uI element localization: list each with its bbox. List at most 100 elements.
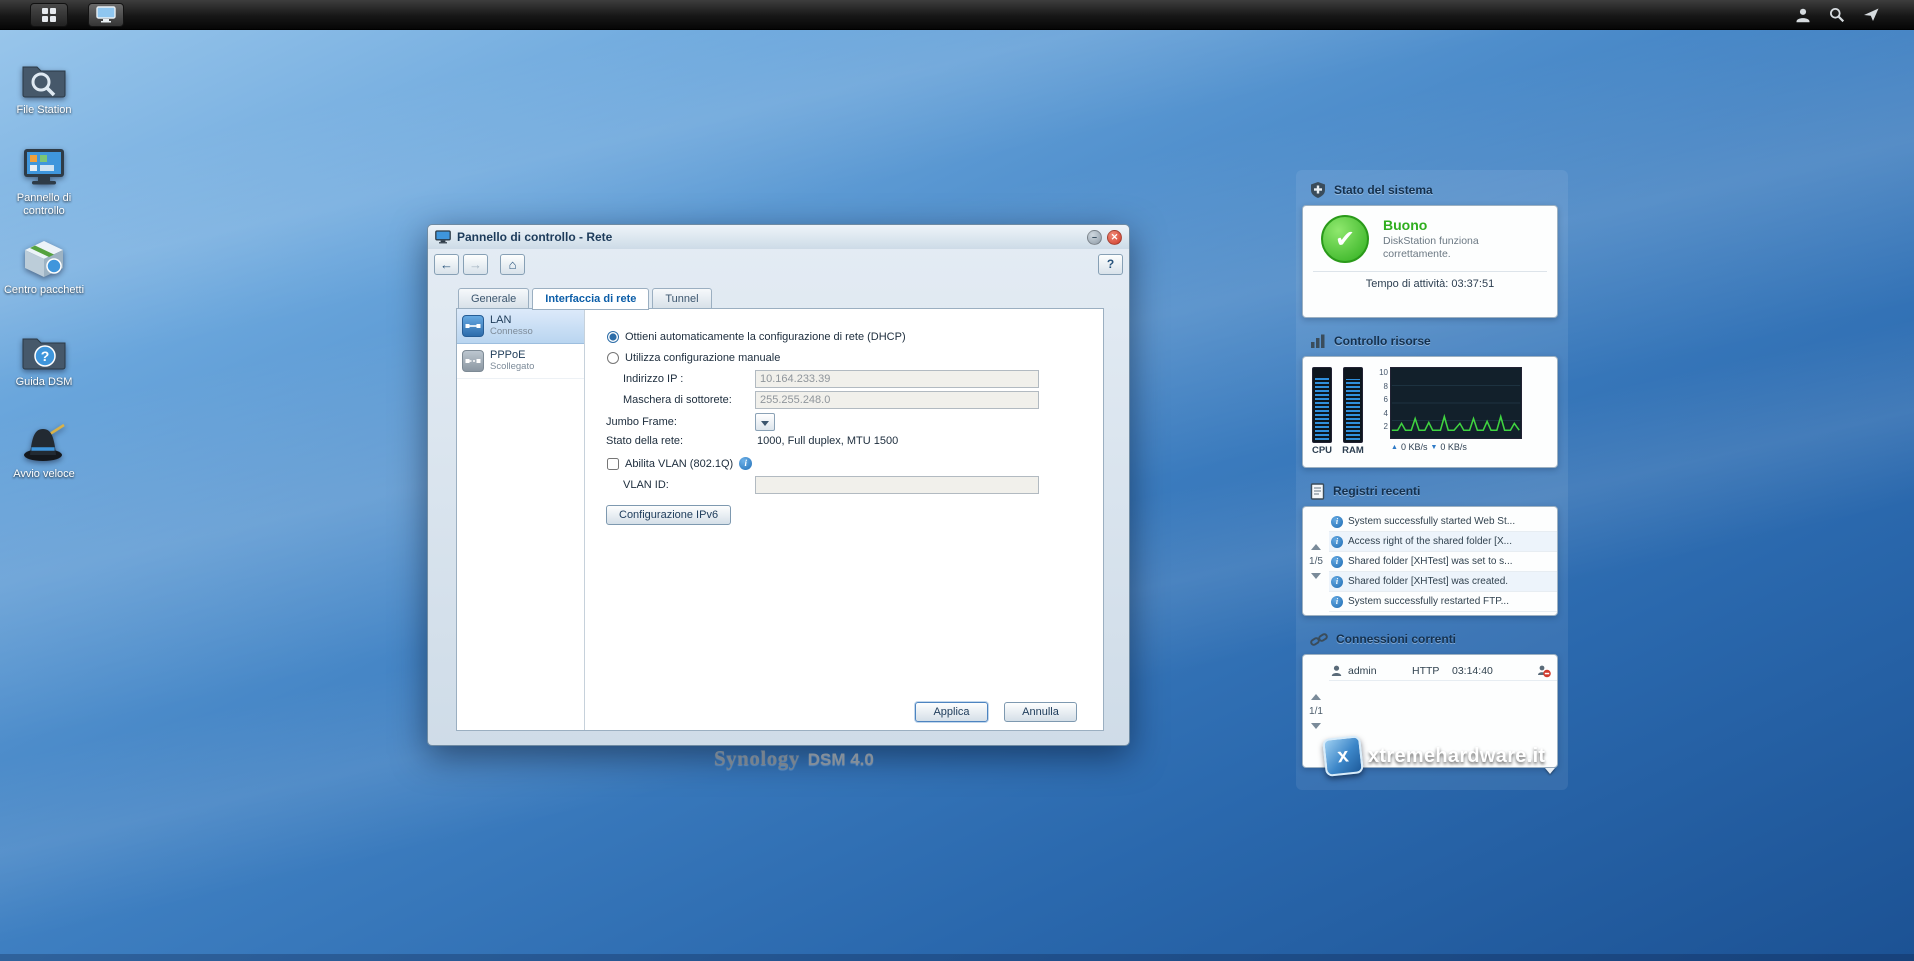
interface-status: Connesso	[490, 327, 533, 337]
dsm-version-text: DSM 4.0	[808, 750, 874, 770]
desktop-icon-label: Avvio veloce	[13, 468, 75, 481]
system-status-header[interactable]: Stato del sistema	[1310, 178, 1558, 202]
resource-monitor-title: Controllo risorse	[1334, 334, 1431, 348]
xtremehardware-watermark: x xtremehardware.it	[1324, 737, 1545, 775]
log-text: Shared folder [XHTest] was set to s...	[1348, 556, 1513, 567]
log-text: Access right of the shared folder [X...	[1348, 536, 1512, 547]
desktop-icon-dsm-help[interactable]: ? Guida DSM	[0, 330, 88, 389]
logs-page-indicator: 1/5	[1309, 556, 1323, 567]
status-word: Buono	[1383, 217, 1513, 233]
interface-item-lan[interactable]: LAN Connesso	[457, 309, 584, 344]
connections-page-down-button[interactable]	[1311, 723, 1321, 729]
network-status-value: 1000, Full duplex, MTU 1500	[757, 435, 898, 447]
recent-logs-header[interactable]: Registri recenti	[1310, 479, 1558, 503]
search-icon	[1828, 6, 1846, 24]
log-row[interactable]: i Shared folder [XHTest] was created.	[1329, 572, 1557, 592]
connection-protocol: HTTP	[1412, 665, 1446, 677]
desktop-icon-control-panel[interactable]: Pannello di controllo	[0, 146, 88, 217]
desktop-icon-quick-start[interactable]: Avvio veloce	[0, 422, 88, 481]
synology-watermark: Synology DSM 4.0	[714, 746, 874, 771]
download-arrow-icon: ▼	[1430, 444, 1437, 451]
current-connections-header[interactable]: Connessioni correnti	[1310, 627, 1558, 651]
control-panel-icon	[20, 146, 68, 188]
connection-time: 03:14:40	[1452, 665, 1493, 677]
user-icon	[1794, 6, 1812, 24]
log-row[interactable]: i Access right of the shared folder [X..…	[1329, 532, 1557, 552]
document-icon	[1310, 483, 1325, 500]
ipv6-config-button[interactable]: Configurazione IPv6	[606, 505, 731, 525]
desktop-icon-label: File Station	[16, 104, 71, 117]
disconnect-user-button[interactable]	[1537, 664, 1551, 678]
vlan-info-icon[interactable]: i	[739, 457, 752, 470]
divider	[1313, 271, 1547, 272]
minimize-button[interactable]: –	[1087, 230, 1102, 245]
jumbo-frame-select[interactable]	[755, 413, 775, 431]
cancel-button[interactable]: Annulla	[1004, 702, 1077, 722]
desktop-icon-label: Guida DSM	[16, 376, 73, 389]
bar-chart-icon	[1310, 333, 1326, 349]
tab-interfaccia-di-rete[interactable]: Interfaccia di rete	[532, 288, 649, 310]
main-menu-button[interactable]	[30, 3, 68, 27]
connection-row[interactable]: admin HTTP 03:14:40	[1329, 661, 1557, 681]
window-title-icon	[435, 230, 451, 244]
logs-page-up-button[interactable]	[1311, 544, 1321, 550]
file-station-icon	[20, 58, 68, 100]
window-titlebar[interactable]: Pannello di controllo - Rete – ✕	[428, 225, 1129, 249]
link-icon	[1310, 631, 1328, 647]
enable-vlan-checkbox[interactable]	[607, 458, 619, 470]
ip-address-input[interactable]	[755, 370, 1039, 388]
log-info-icon: i	[1331, 516, 1343, 528]
system-status-panel: ✔ Buono DiskStation funziona correttamen…	[1302, 205, 1558, 318]
log-row[interactable]: i System successfully restarted FTP...	[1329, 592, 1557, 612]
tab-generale[interactable]: Generale	[458, 288, 529, 309]
vlan-id-input[interactable]	[755, 476, 1039, 494]
tab-tunnel[interactable]: Tunnel	[652, 288, 711, 309]
paper-plane-icon	[1863, 6, 1880, 23]
dhcp-radio[interactable]	[607, 331, 619, 343]
recent-logs-panel: 1/5 i System successfully started Web St…	[1302, 506, 1558, 616]
synology-brand-text: Synology	[714, 746, 800, 771]
dsm-help-icon: ?	[20, 330, 68, 372]
screen-bottom-edge	[0, 954, 1914, 961]
logs-page-down-button[interactable]	[1311, 573, 1321, 579]
user-account-button[interactable]	[1790, 3, 1816, 27]
pilot-view-button[interactable]	[1858, 3, 1884, 27]
connections-page-up-button[interactable]	[1311, 694, 1321, 700]
question-glyph: ?	[41, 348, 50, 364]
ip-address-label: Indirizzo IP :	[623, 373, 749, 385]
top-taskbar	[0, 0, 1914, 30]
forward-button[interactable]: →	[463, 254, 488, 275]
home-button[interactable]: ⌂	[500, 254, 525, 275]
interface-item-pppoe[interactable]: PPPoE Scollegato	[457, 344, 584, 379]
log-info-icon: i	[1331, 536, 1343, 548]
desktop-icon-file-station[interactable]: File Station	[0, 58, 88, 117]
close-button[interactable]: ✕	[1107, 230, 1122, 245]
log-info-icon: i	[1331, 576, 1343, 588]
back-button[interactable]: ←	[434, 254, 459, 275]
enable-vlan-label: Abilita VLAN (802.1Q)	[625, 458, 733, 470]
show-desktop-button[interactable]	[88, 3, 124, 27]
subnet-mask-input[interactable]	[755, 391, 1039, 409]
subnet-mask-label: Maschera di sottorete:	[623, 394, 749, 406]
interface-status: Scollegato	[490, 362, 534, 372]
widgets-collapse-button[interactable]	[1542, 764, 1558, 778]
manual-config-label: Utilizza configurazione manuale	[625, 352, 780, 364]
log-text: Shared folder [XHTest] was created.	[1348, 576, 1508, 587]
resource-monitor-header[interactable]: Controllo risorse	[1310, 329, 1558, 353]
ram-label: RAM	[1342, 445, 1364, 456]
status-description: DiskStation funziona correttamente.	[1383, 235, 1513, 261]
vlan-id-label: VLAN ID:	[623, 479, 749, 491]
log-row[interactable]: i System successfully started Web St...	[1329, 512, 1557, 532]
recent-logs-title: Registri recenti	[1333, 484, 1420, 498]
log-text: System successfully restarted FTP...	[1348, 596, 1509, 607]
upload-arrow-icon: ▲	[1391, 444, 1398, 451]
apply-button[interactable]: Applica	[915, 702, 988, 722]
manual-config-radio[interactable]	[607, 352, 619, 364]
search-button[interactable]	[1824, 3, 1850, 27]
interface-list: LAN Connesso PPPoE Scollegato	[457, 309, 585, 730]
monitor-icon	[96, 6, 116, 23]
desktop-icon-package-center[interactable]: Centro pacchetti	[0, 238, 88, 297]
help-button[interactable]: ?	[1098, 254, 1123, 275]
log-info-icon: i	[1331, 556, 1343, 568]
log-row[interactable]: i Shared folder [XHTest] was set to s...	[1329, 552, 1557, 572]
